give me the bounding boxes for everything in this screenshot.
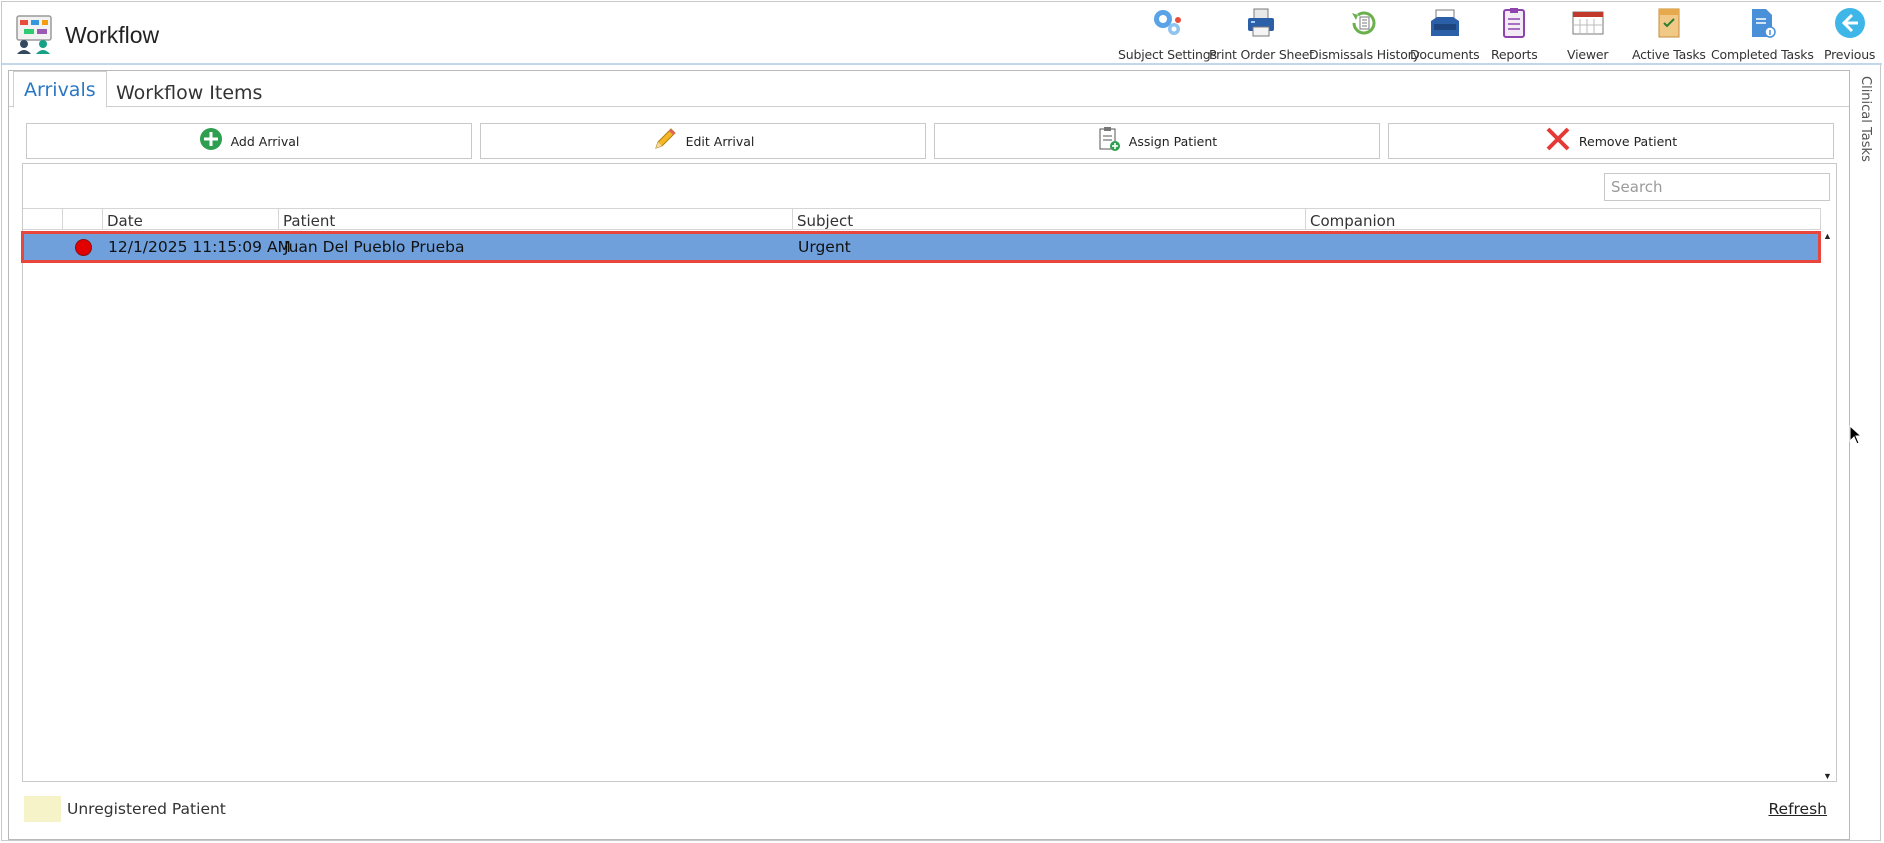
vertical-scrollbar[interactable]: ▲ ▼ bbox=[1820, 231, 1836, 781]
cell-date: 12/1/2025 11:15:09 AM bbox=[108, 238, 291, 256]
toolbar-label: Previous bbox=[1824, 47, 1876, 62]
clinical-tasks-side-panel[interactable]: Clinical Tasks bbox=[1852, 70, 1882, 370]
workflow-logo-icon bbox=[14, 14, 54, 54]
tab-arrivals[interactable]: Arrivals bbox=[13, 71, 107, 108]
printer-icon bbox=[1244, 6, 1278, 40]
subject-settings-button[interactable]: Subject Settings bbox=[1118, 6, 1217, 62]
calendar-viewer-icon bbox=[1571, 6, 1605, 40]
documents-button[interactable]: Documents bbox=[1410, 6, 1480, 62]
app-window: Workflow Subject Settings Print Order Sh… bbox=[1, 1, 1882, 841]
toolbar-label: Completed Tasks bbox=[1711, 47, 1814, 62]
red-status-dot-icon bbox=[75, 239, 92, 256]
edit-arrival-button[interactable]: Edit Arrival bbox=[480, 123, 926, 159]
legend-label: Unregistered Patient bbox=[67, 800, 226, 818]
toolbar-label: Dismissals History bbox=[1309, 47, 1420, 62]
toolbar-label: Active Tasks bbox=[1632, 47, 1706, 62]
toolbar-label: Viewer bbox=[1567, 47, 1609, 62]
print-order-sheet-button[interactable]: Print Order Sheet bbox=[1209, 6, 1314, 62]
cell-subject: Urgent bbox=[798, 238, 851, 256]
dismissals-history-button[interactable]: Dismissals History bbox=[1309, 6, 1420, 62]
column-header-patient[interactable]: Patient bbox=[279, 209, 793, 230]
gears-icon bbox=[1150, 6, 1184, 40]
refresh-link[interactable]: Refresh bbox=[1768, 800, 1827, 818]
app-title: Workflow bbox=[65, 22, 160, 48]
history-icon bbox=[1347, 6, 1381, 40]
scroll-up-arrow-icon[interactable]: ▲ bbox=[1823, 231, 1832, 241]
column-header-date[interactable]: Date bbox=[103, 209, 279, 230]
inbox-tray-icon bbox=[1428, 6, 1462, 40]
arrivals-grid: Date Patient Subject Companion 12/1/2025… bbox=[21, 163, 1837, 782]
header-bar: Workflow Subject Settings Print Order Sh… bbox=[2, 2, 1882, 65]
scroll-down-arrow-icon[interactable]: ▼ bbox=[1823, 771, 1832, 781]
search-input[interactable] bbox=[1604, 173, 1830, 201]
toolbar-label: Print Order Sheet bbox=[1209, 47, 1314, 62]
completed-tasks-button[interactable]: Completed Tasks bbox=[1711, 6, 1814, 62]
pencil-icon bbox=[652, 126, 678, 157]
column-header-indicator[interactable] bbox=[23, 209, 63, 230]
assign-patient-button[interactable]: Assign Patient bbox=[934, 123, 1380, 159]
column-header-subject[interactable]: Subject bbox=[793, 209, 1306, 230]
reports-button[interactable]: Reports bbox=[1491, 6, 1538, 62]
document-info-icon bbox=[1745, 6, 1779, 40]
add-arrival-button[interactable]: Add Arrival bbox=[26, 123, 472, 159]
toolbar-label: Subject Settings bbox=[1118, 47, 1217, 62]
task-box-icon bbox=[1652, 6, 1686, 40]
viewer-button[interactable]: Viewer bbox=[1567, 6, 1608, 62]
active-tasks-button[interactable]: Active Tasks bbox=[1632, 6, 1706, 62]
clipboard-icon bbox=[1497, 6, 1531, 40]
tab-workflow-items[interactable]: Workflow Items bbox=[106, 75, 272, 112]
tab-strip: Arrivals Workflow Items bbox=[9, 71, 1849, 108]
clipboard-add-icon bbox=[1097, 126, 1121, 157]
column-header-companion[interactable]: Companion bbox=[1306, 209, 1821, 230]
remove-patient-button[interactable]: Remove Patient bbox=[1388, 123, 1834, 159]
mouse-cursor-icon bbox=[1849, 424, 1863, 445]
unregistered-legend-swatch bbox=[24, 796, 61, 822]
remove-patient-label: Remove Patient bbox=[1578, 133, 1678, 149]
table-row[interactable]: 12/1/2025 11:15:09 AM Juan Del Pueblo Pr… bbox=[21, 231, 1821, 263]
assign-patient-label: Assign Patient bbox=[1128, 133, 1218, 149]
main-panel: Arrivals Workflow Items Add Arrival Edit… bbox=[8, 70, 1850, 840]
add-circle-icon bbox=[199, 127, 223, 156]
previous-button[interactable]: Previous bbox=[1824, 6, 1875, 62]
back-arrow-icon bbox=[1833, 6, 1867, 40]
column-header-status[interactable] bbox=[63, 209, 103, 230]
cell-patient: Juan Del Pueblo Prueba bbox=[284, 238, 465, 256]
clinical-tasks-label[interactable]: Clinical Tasks bbox=[1858, 76, 1873, 162]
red-x-icon bbox=[1545, 126, 1571, 157]
edit-arrival-label: Edit Arrival bbox=[685, 133, 755, 149]
grid-header: Date Patient Subject Companion bbox=[23, 208, 1821, 230]
toolbar-label: Reports bbox=[1491, 47, 1538, 62]
add-arrival-label: Add Arrival bbox=[230, 133, 300, 149]
cell-companion bbox=[1307, 234, 1311, 260]
toolbar-label: Documents bbox=[1410, 47, 1480, 62]
